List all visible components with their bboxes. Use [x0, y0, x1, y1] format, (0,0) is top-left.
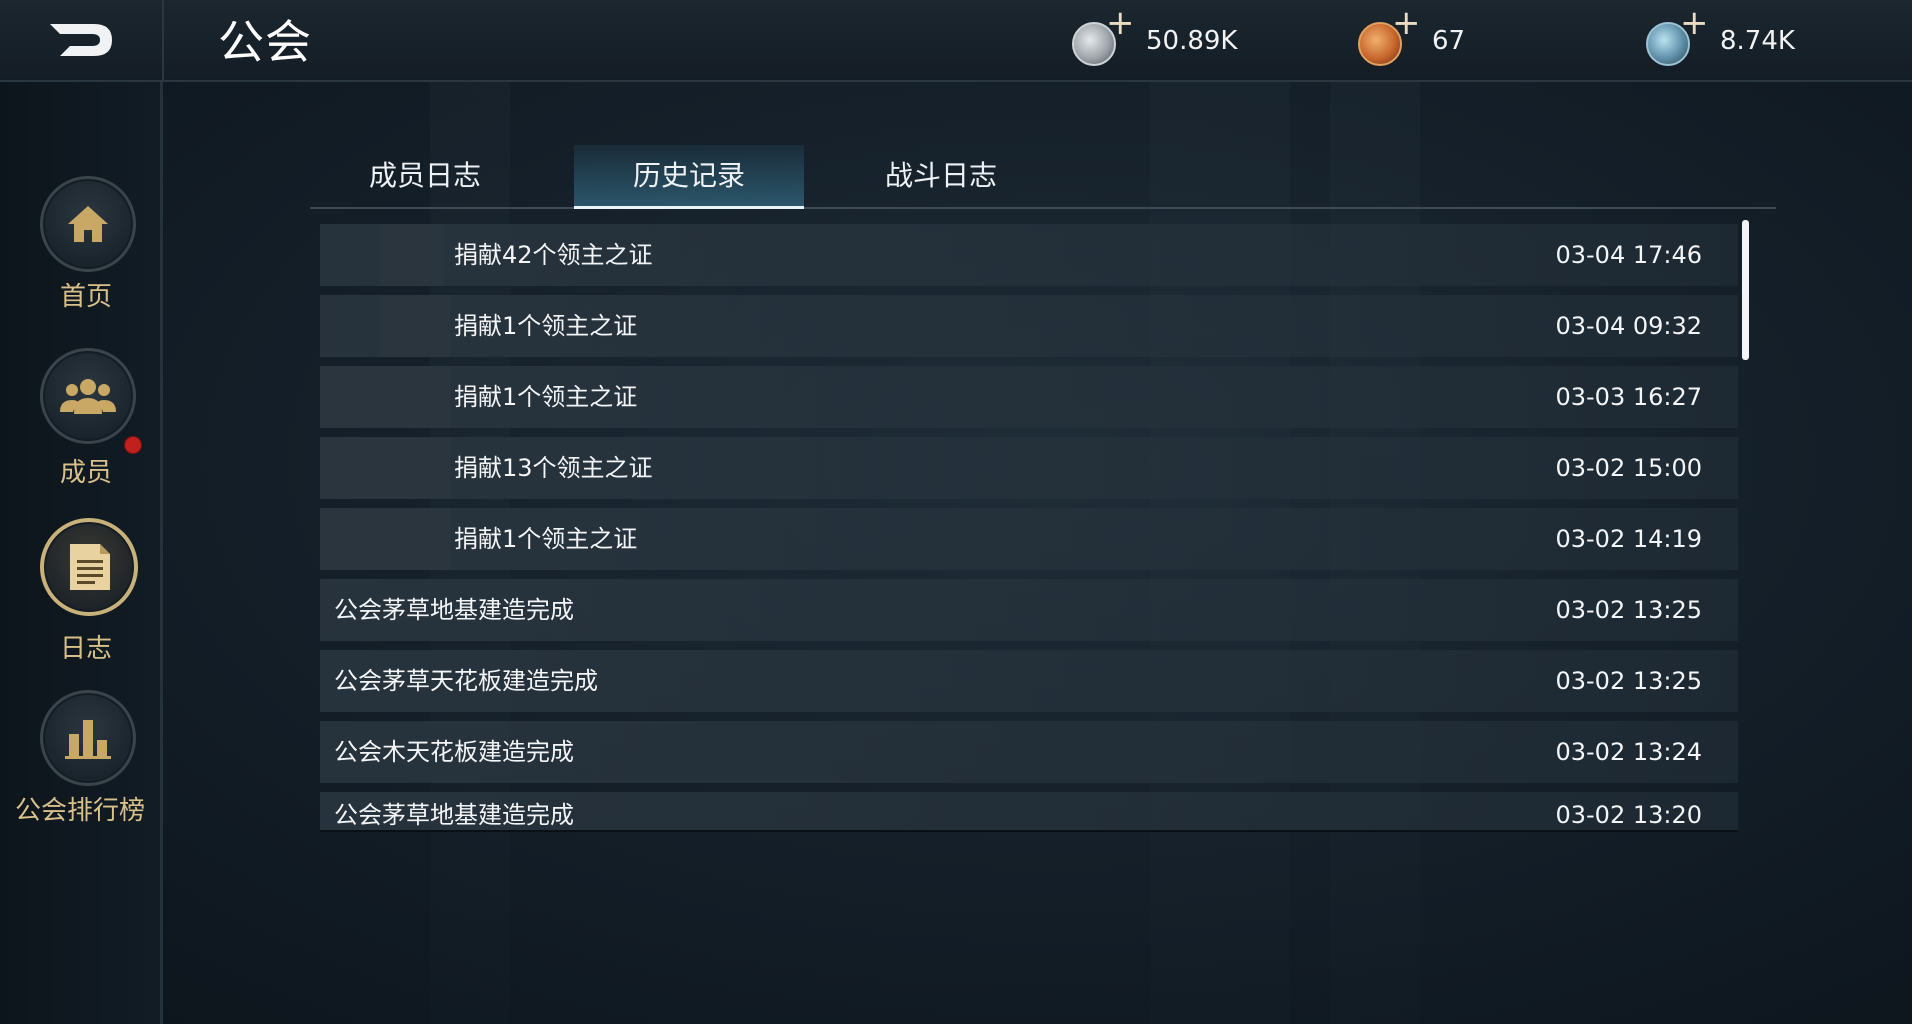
tab-battle-log[interactable]: 战斗日志	[826, 145, 1056, 207]
add-bronze-icon[interactable]: +	[1392, 6, 1421, 40]
list-item: 公会茅草天花板建造完成 03-02 13:25	[320, 650, 1738, 712]
redacted-name	[380, 295, 450, 357]
ranking-button-circle	[40, 690, 136, 786]
page-title: 公会	[218, 15, 312, 69]
record-text: 捐献13个领主之证	[454, 454, 653, 482]
tab-history[interactable]: 历史记录	[574, 145, 804, 209]
record-time: 03-02 13:24	[1555, 738, 1702, 766]
record-time: 03-02 13:25	[1555, 596, 1702, 624]
record-time: 03-02 13:20	[1555, 801, 1702, 829]
list-item: 捐献1个领主之证 03-04 09:32	[320, 295, 1738, 357]
add-silver-icon[interactable]: +	[1106, 6, 1135, 40]
record-time: 03-04 09:32	[1555, 312, 1702, 340]
top-bar: 公会 + 50.89K + 67 + 8.74K	[0, 0, 1912, 82]
record-text: 捐献1个领主之证	[454, 312, 638, 340]
list-divider	[320, 830, 1738, 832]
record-time: 03-02 13:25	[1555, 667, 1702, 695]
sidebar-label-log: 日志	[59, 634, 112, 664]
sidebar-item-home[interactable]: 首页	[0, 176, 160, 326]
list-item: 公会茅草地基建造完成 03-02 13:25	[320, 579, 1738, 641]
record-time: 03-04 17:46	[1555, 241, 1702, 269]
log-button-circle	[40, 518, 138, 616]
add-crystal-icon[interactable]: +	[1680, 6, 1709, 40]
record-text: 公会木天花板建造完成	[334, 738, 574, 766]
members-button-circle	[40, 348, 136, 444]
record-text: 公会茅草地基建造完成	[334, 801, 574, 829]
record-text: 公会茅草地基建造完成	[334, 596, 574, 624]
record-time: 03-02 15:00	[1555, 454, 1702, 482]
sidebar-item-members[interactable]: 成员	[0, 348, 160, 498]
home-button-circle	[40, 176, 136, 272]
record-text: 公会茅草天花板建造完成	[334, 667, 598, 695]
list-scrollbar[interactable]	[1742, 220, 1749, 360]
sidebar-label-members: 成员	[59, 458, 112, 488]
sidebar-label-home: 首页	[59, 282, 112, 312]
silver-amount: 50.89K	[1146, 26, 1238, 56]
back-button[interactable]	[0, 0, 164, 80]
record-text: 捐献1个领主之证	[454, 525, 638, 553]
sidebar-label-ranking: 公会排行榜	[14, 796, 145, 826]
redacted-name	[380, 224, 444, 286]
home-icon	[68, 206, 108, 242]
crystal-amount: 8.74K	[1720, 26, 1795, 56]
log-tabs: 成员日志 历史记录 战斗日志	[310, 145, 1776, 209]
history-list[interactable]: 捐献42个领主之证 03-04 17:46 捐献1个领主之证 03-04 09:…	[320, 222, 1738, 830]
bronze-amount: 67	[1432, 26, 1466, 56]
log-icon	[70, 544, 110, 590]
list-item: 捐献42个领主之证 03-04 17:46	[320, 224, 1738, 286]
list-item: 捐献13个领主之证 03-02 15:00	[320, 437, 1738, 499]
record-text: 捐献1个领主之证	[454, 383, 638, 411]
record-time: 03-03 16:27	[1555, 383, 1702, 411]
sidebar-item-ranking[interactable]: 公会排行榜	[0, 690, 160, 840]
list-item: 捐献1个领主之证 03-02 14:19	[320, 508, 1738, 570]
redacted-name	[320, 366, 450, 428]
sidebar-item-log[interactable]: 日志	[0, 518, 160, 678]
sidebar: 首页 成员 日志 公会排行榜	[0, 82, 163, 1024]
record-time: 03-02 14:19	[1555, 525, 1702, 553]
tab-member-log[interactable]: 成员日志	[310, 145, 540, 207]
redacted-name	[320, 437, 450, 499]
list-item: 公会茅草地基建造完成 03-02 13:20	[320, 792, 1738, 830]
back-arrow-icon	[50, 24, 112, 56]
record-text: 捐献42个领主之证	[454, 241, 653, 269]
members-icon	[60, 379, 116, 414]
ranking-icon	[65, 720, 111, 759]
list-item: 捐献1个领主之证 03-03 16:27	[320, 366, 1738, 428]
list-item: 公会木天花板建造完成 03-02 13:24	[320, 721, 1738, 783]
redacted-name	[320, 508, 450, 570]
